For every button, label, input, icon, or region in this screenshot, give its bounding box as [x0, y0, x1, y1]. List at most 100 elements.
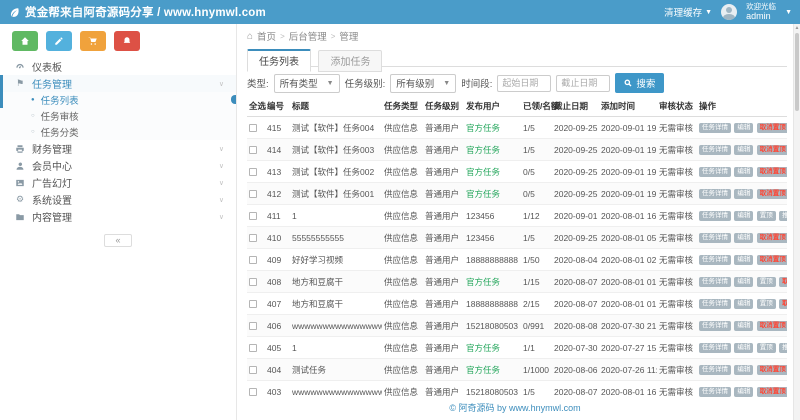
edit-button[interactable]: 编辑: [734, 342, 754, 353]
type-select[interactable]: 所有类型 ▼: [273, 73, 340, 93]
level-select[interactable]: 所有级别 ▼: [390, 73, 457, 93]
pin-toggle-button[interactable]: 取消置顶: [756, 254, 787, 265]
cart-quick-button[interactable]: [80, 31, 106, 51]
edit-button[interactable]: 编辑: [734, 320, 754, 331]
user-menu[interactable]: 欢迎光临 admin: [746, 2, 776, 22]
breadcrumb-home[interactable]: 首页: [257, 29, 276, 43]
task-title: 1: [290, 336, 382, 359]
footer-copyright[interactable]: © 阿奇源码 by www.hnymwl.com: [237, 401, 793, 414]
task-quota: 1/5: [521, 380, 552, 398]
start-date-input[interactable]: [497, 74, 552, 92]
sidebar-item-finance[interactable]: 财务管理 ∨: [0, 140, 236, 157]
pin-toggle-button[interactable]: 取消置顶: [756, 144, 787, 155]
task-publisher: 18888888888: [464, 292, 521, 315]
task-detail-button[interactable]: 任务详情: [699, 188, 731, 199]
pin-toggle-button[interactable]: 取消置顶: [756, 320, 787, 331]
task-detail-button[interactable]: 任务详情: [699, 254, 731, 265]
tab-task-list[interactable]: 任务列表: [247, 49, 311, 72]
pin-toggle-button[interactable]: 取消置顶: [756, 232, 787, 243]
recommend-toggle-button[interactable]: 推荐: [779, 342, 787, 353]
task-quota: 0/991: [521, 314, 552, 337]
row-checkbox[interactable]: [249, 189, 257, 198]
task-review-status: 无需审核: [657, 314, 697, 337]
task-detail-button[interactable]: 任务详情: [699, 122, 731, 133]
edit-button[interactable]: 编辑: [734, 276, 754, 287]
sidebar-item-task-review[interactable]: ○ 任务审核: [0, 108, 236, 124]
edit-button[interactable]: 编辑: [734, 210, 754, 221]
sidebar-item-members[interactable]: 会员中心 ∨: [0, 157, 236, 174]
row-checkbox[interactable]: [249, 387, 257, 396]
row-checkbox[interactable]: [249, 343, 257, 352]
task-deadline: 2020-08-04: [552, 248, 599, 271]
edit-quick-button[interactable]: [46, 31, 72, 51]
task-detail-button[interactable]: 任务详情: [699, 210, 731, 221]
edit-button[interactable]: 编辑: [734, 254, 754, 265]
sidebar-item-task-list[interactable]: ● 任务列表: [0, 92, 236, 108]
recommend-toggle-button[interactable]: 取消推荐: [779, 276, 787, 287]
edit-button[interactable]: 编辑: [734, 122, 754, 133]
scrollbar-thumb[interactable]: [795, 33, 799, 111]
pin-toggle-button[interactable]: 取消置顶: [756, 188, 787, 199]
row-checkbox[interactable]: [249, 233, 257, 242]
pin-toggle-button[interactable]: 取消置顶: [756, 122, 787, 133]
row-checkbox[interactable]: [249, 167, 257, 176]
sidebar-item-task-management[interactable]: ⚑ 任务管理 ∨: [0, 75, 236, 92]
user-avatar[interactable]: [721, 4, 738, 20]
pin-toggle-button[interactable]: 置顶: [756, 298, 776, 309]
recommend-toggle-button[interactable]: 推荐: [779, 210, 787, 221]
clear-cache-menu[interactable]: 清理缓存 ▼: [664, 5, 712, 19]
edit-button[interactable]: 编辑: [734, 166, 754, 177]
task-created-time: 2020-08-01 16:48: [599, 204, 657, 227]
edit-button[interactable]: 编辑: [734, 188, 754, 199]
edit-button[interactable]: 编辑: [734, 364, 754, 375]
row-checkbox[interactable]: [249, 277, 257, 286]
tab-add-task[interactable]: 添加任务: [318, 50, 383, 72]
pin-toggle-button[interactable]: 取消置顶: [756, 166, 787, 177]
edit-button[interactable]: 编辑: [734, 386, 754, 397]
scroll-up-arrow-icon[interactable]: ▲: [794, 25, 800, 31]
task-detail-button[interactable]: 任务详情: [699, 386, 731, 397]
task-detail-button[interactable]: 任务详情: [699, 320, 731, 331]
end-date-input[interactable]: [556, 74, 611, 92]
edit-button[interactable]: 编辑: [734, 298, 754, 309]
pin-toggle-button[interactable]: 置顶: [756, 210, 776, 221]
pin-toggle-button[interactable]: 取消置顶: [756, 386, 787, 397]
pin-toggle-button[interactable]: 置顶: [756, 276, 776, 287]
sidebar-item-content[interactable]: 内容管理 ∨: [0, 208, 236, 225]
task-detail-button[interactable]: 任务详情: [699, 364, 731, 375]
breadcrumb-admin[interactable]: 后台管理: [289, 29, 327, 43]
home-quick-button[interactable]: [12, 31, 38, 51]
col-select-all[interactable]: 全选: [247, 97, 266, 117]
recommend-toggle-button[interactable]: 取消推荐: [779, 298, 787, 309]
row-checkbox[interactable]: [249, 299, 257, 308]
task-detail-button[interactable]: 任务详情: [699, 144, 731, 155]
row-checkbox[interactable]: [249, 365, 257, 374]
row-checkbox[interactable]: [249, 145, 257, 154]
task-detail-button[interactable]: 任务详情: [699, 342, 731, 353]
row-checkbox[interactable]: [249, 123, 257, 132]
task-publisher: 官方任务: [464, 116, 521, 139]
edit-button[interactable]: 编辑: [734, 144, 754, 155]
sidebar-item-dashboard[interactable]: 仪表板: [0, 58, 236, 75]
edit-button[interactable]: 编辑: [734, 232, 754, 243]
task-created-time: 2020-07-30 21:01: [599, 314, 657, 337]
sidebar-item-settings[interactable]: ⚙ 系统设置 ∨: [0, 191, 236, 208]
sidebar-item-ads[interactable]: 广告幻灯 ∨: [0, 174, 236, 191]
bell-quick-button[interactable]: [114, 31, 140, 51]
task-detail-button[interactable]: 任务详情: [699, 166, 731, 177]
row-checkbox[interactable]: [249, 211, 257, 220]
pin-toggle-button[interactable]: 置顶: [756, 342, 776, 353]
task-detail-button[interactable]: 任务详情: [699, 276, 731, 287]
brand[interactable]: 赏金帮来自阿奇源码分享 / www.hnymwl.com: [0, 4, 266, 20]
task-level: 普通用户: [423, 292, 464, 315]
task-detail-button[interactable]: 任务详情: [699, 298, 731, 309]
pin-toggle-button[interactable]: 取消置顶: [756, 364, 787, 375]
sidebar-collapse-button[interactable]: «: [104, 234, 132, 247]
vertical-scrollbar[interactable]: ▲: [793, 24, 800, 420]
user-caret-icon[interactable]: ▼: [785, 9, 792, 16]
row-checkbox[interactable]: [249, 321, 257, 330]
search-button[interactable]: 搜索: [615, 73, 665, 93]
sidebar-item-task-category[interactable]: ○ 任务分类: [0, 124, 236, 140]
task-detail-button[interactable]: 任务详情: [699, 232, 731, 243]
row-checkbox[interactable]: [249, 255, 257, 264]
